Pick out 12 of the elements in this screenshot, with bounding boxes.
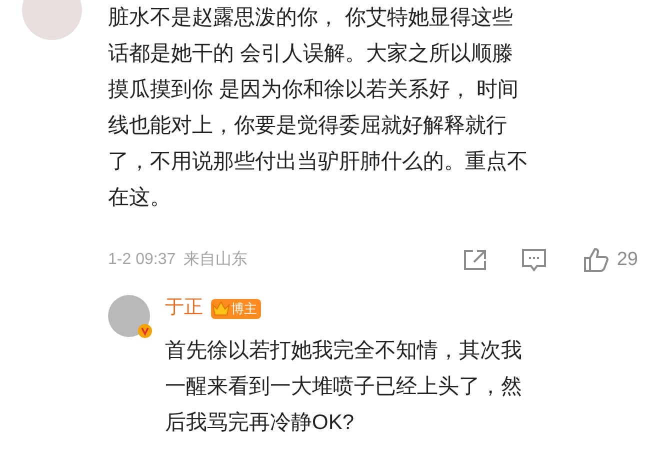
reply-text: 首先徐以若打她我完全不知情，其次我 一醒来看到一大堆喷子已经上头了，然 后我骂完再冷静OK?	[165, 338, 522, 436]
thumbs-up-icon[interactable]	[582, 247, 609, 274]
comment-icon[interactable]	[520, 248, 547, 272]
avatar[interactable]	[108, 294, 150, 336]
comment-location: 来自山东	[184, 250, 248, 270]
crown-icon	[211, 298, 231, 318]
comment-time: 1-2 09:37	[108, 250, 176, 270]
share-icon[interactable]	[462, 249, 487, 272]
comment-text: 脏水不是赵露思泼的你， 你艾特她显得这些 话都是她干的 会引人误解。大家之所以顺滕 摸瓜摸到你 是因为你和徐以若关系好， 时间 线也能对上，你要是觉得委屈就好解释就行 了，不用说那些付出当驴肝肺什么的。重点不 在这。	[108, 5, 529, 211]
author-name[interactable]: 于正	[165, 294, 203, 323]
like-count: 29	[616, 248, 638, 272]
author-badge: 博主	[211, 298, 261, 318]
